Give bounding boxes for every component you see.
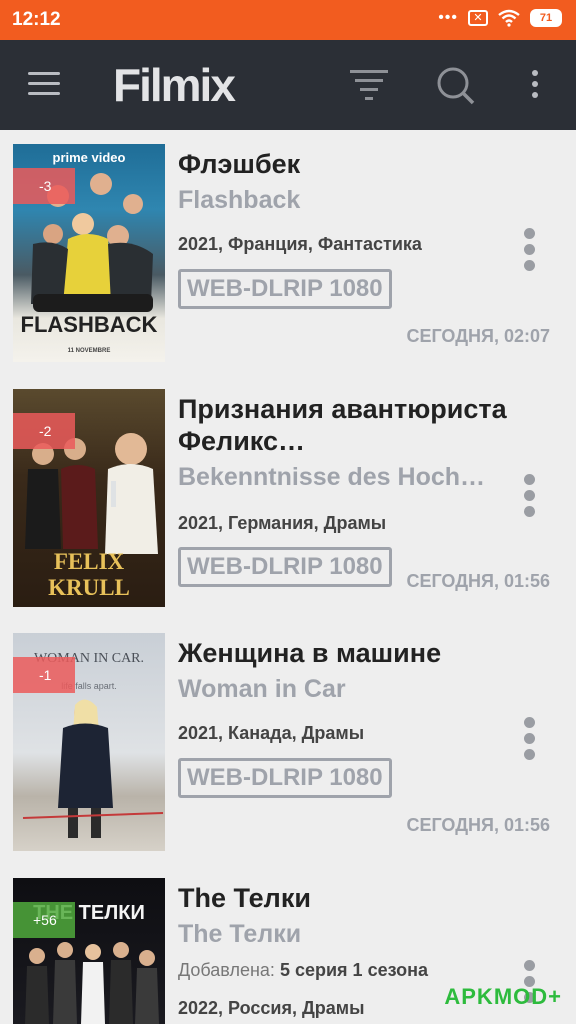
episode-label: Добавлена: (178, 960, 275, 980)
quality-badge: WEB-DLRIP 1080 (178, 269, 392, 309)
rating-badge: -3 (13, 168, 75, 204)
poster-title: FELIX KRULL (48, 549, 130, 600)
update-date: СЕГОДНЯ, 01:56 (406, 815, 550, 835)
item-more-icon[interactable] (524, 717, 536, 765)
item-more-icon[interactable] (524, 474, 536, 522)
menu-icon[interactable] (28, 72, 60, 96)
movie-original-title: The Телки (178, 920, 302, 948)
episode-value: 5 серия 1 сезона (279, 960, 428, 980)
status-bar: 12:12 ••• ✕ 71 (0, 0, 576, 40)
poster-image: THE ТЕЛКИ (13, 878, 165, 1024)
movie-title: The Телки (178, 883, 311, 913)
rating-badge: -1 (13, 657, 75, 693)
movie-meta: 2021, Канада, Драмы (178, 723, 365, 743)
status-time: 12:12 (12, 9, 61, 30)
movie-title: Флэшбек (178, 149, 301, 179)
movie-meta: 2021, Франция, Фантастика (178, 234, 422, 254)
watermark: APKMOD+ (444, 984, 562, 1009)
rating-badge: -2 (13, 413, 75, 449)
item-more-icon[interactable] (524, 228, 536, 276)
more-notifications-icon: ••• (438, 9, 458, 26)
overflow-menu-icon[interactable] (532, 70, 540, 103)
movie-title: Женщина в машине (178, 638, 442, 668)
movie-meta: 2021, Германия, Драмы (178, 513, 387, 533)
episode-info: Добавлена: 5 серия 1 сезона (178, 960, 428, 981)
rating-badge: +56 (13, 902, 75, 938)
quality-badge: WEB-DLRIP 1080 (178, 547, 392, 587)
movie-original-title: Bekenntnisse des Hochst… (178, 463, 498, 491)
quality-badge: WEB-DLRIP 1080 (178, 758, 392, 798)
search-icon[interactable] (436, 66, 476, 106)
update-date: СЕГОДНЯ, 02:07 (406, 326, 550, 346)
movie-meta: 2022, Россия, Драмы (178, 998, 365, 1018)
poster-figures-art (25, 942, 159, 1024)
battery-icon: 71 (530, 9, 562, 27)
movie-original-title: Woman in Car (178, 675, 346, 703)
poster-date: 11 NOVEMBRE (67, 348, 111, 354)
movie-original-title: Flashback (178, 186, 301, 214)
sim-off-icon: ✕ (468, 10, 488, 26)
status-icons: ••• ✕ 71 (438, 9, 562, 27)
update-date: СЕГОДНЯ, 01:56 (406, 571, 550, 591)
movie-title: Признания авантюриста Феликс… (178, 394, 507, 456)
filter-icon[interactable] (350, 68, 388, 104)
wifi-icon (498, 9, 520, 27)
app-logo: Filmix (113, 59, 236, 111)
poster-title: FLASHBACK (20, 312, 158, 337)
app-bar: Filmix (0, 40, 576, 130)
